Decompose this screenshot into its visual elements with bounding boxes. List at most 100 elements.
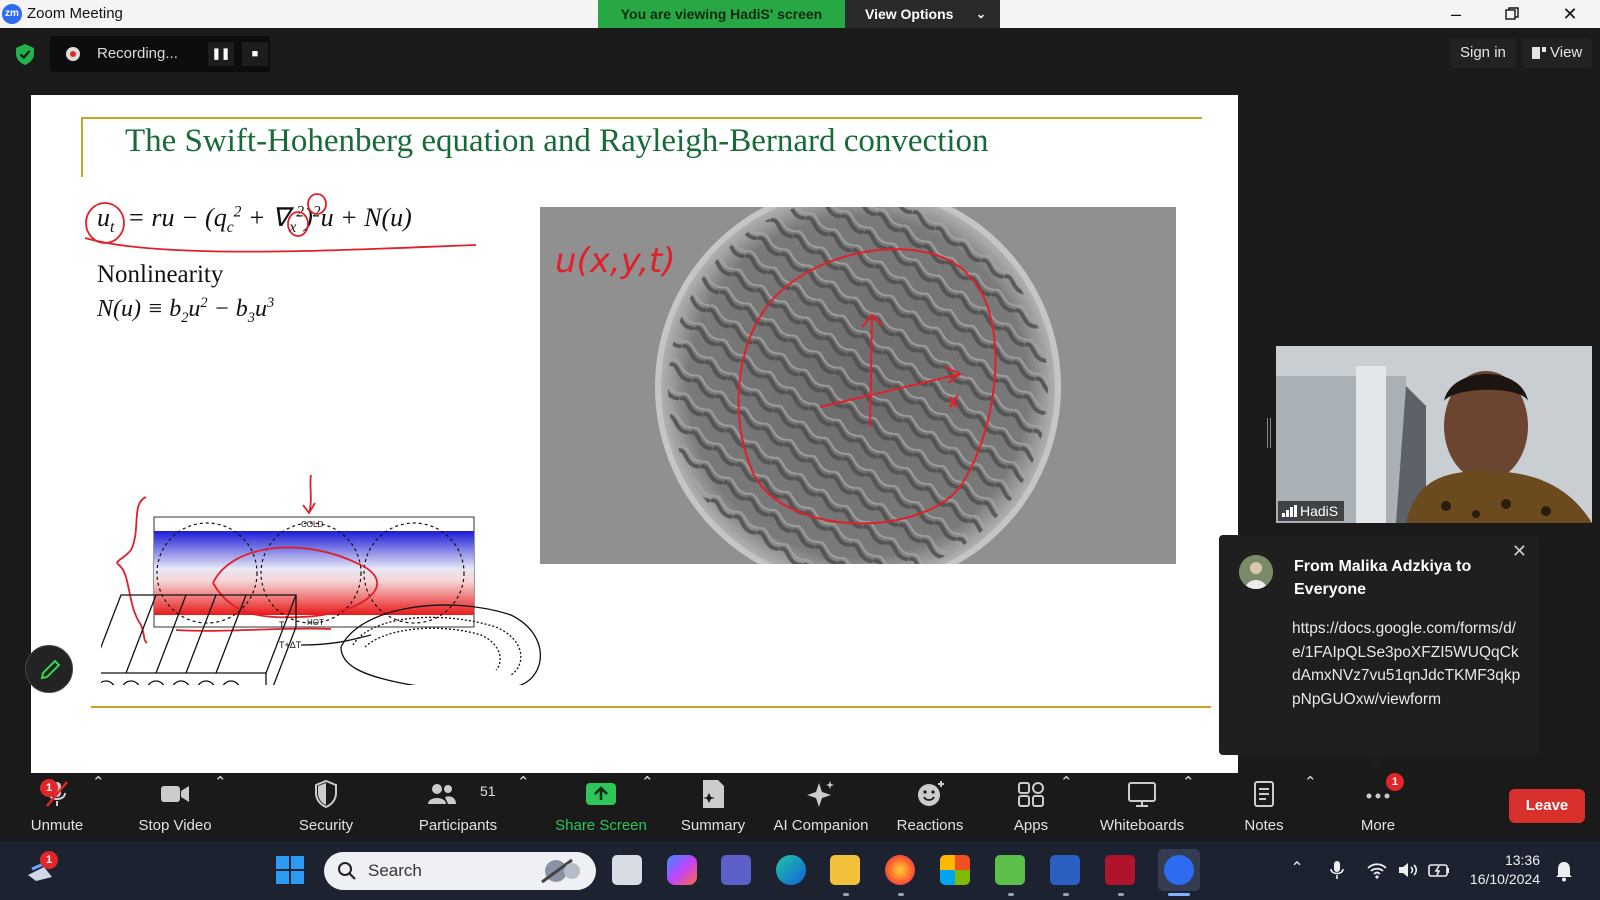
zoom-app-icon xyxy=(1164,855,1194,885)
pause-recording-button[interactable]: ❚❚ xyxy=(208,42,234,66)
meeting-toolbar: Unmute ⌃ Stop Video ⌃ Security 51 Partic… xyxy=(0,773,1600,841)
photo-annotation-label: u(x,y,t) xyxy=(555,241,676,281)
security-shield-icon xyxy=(315,779,337,809)
battery-icon[interactable] xyxy=(1427,858,1451,882)
notes-button[interactable]: Notes xyxy=(1232,773,1296,841)
summary-doc-icon xyxy=(703,780,724,808)
minimize-button[interactable]: – xyxy=(1428,0,1484,28)
notes-icon xyxy=(1254,781,1274,807)
security-button[interactable]: Security xyxy=(283,773,369,841)
title-bar: zm Zoom Meeting You are viewing HadiS' s… xyxy=(0,0,1600,28)
word-running-dot xyxy=(1063,893,1069,896)
microphone-icon[interactable] xyxy=(1325,858,1349,882)
participants-label: Participants xyxy=(418,817,498,834)
diagram-tdt-label: T+ΔT xyxy=(279,640,302,650)
summary-button[interactable]: Summary xyxy=(670,773,756,841)
window-title: Zoom Meeting xyxy=(27,5,123,22)
notes-options-caret[interactable]: ⌃ xyxy=(1304,773,1317,841)
annotate-button[interactable] xyxy=(25,645,73,693)
zoom-taskbar-button[interactable] xyxy=(1158,849,1200,891)
apps-options-caret[interactable]: ⌃ xyxy=(1060,773,1073,841)
photo-axis-x-label: x xyxy=(948,395,956,411)
clock-date: 16/10/2024 xyxy=(1469,871,1540,887)
sign-in-button[interactable]: Sign in xyxy=(1450,38,1516,68)
participant-video-tile[interactable]: HadiS xyxy=(1276,346,1592,523)
participants-options-caret[interactable]: ⌃ xyxy=(517,773,530,841)
taskbar-search[interactable]: Search xyxy=(324,852,596,890)
restore-button[interactable] xyxy=(1484,0,1540,28)
participant-name: HadiS xyxy=(1300,503,1339,519)
show-hidden-icons-caret[interactable]: ⌃ xyxy=(1285,858,1309,882)
video-resize-handle[interactable] xyxy=(1267,418,1271,448)
leave-button[interactable]: Leave xyxy=(1509,789,1585,823)
nonlinear-term-equation: N(u) ≡ b2u2 − b3u3 xyxy=(97,295,275,326)
smiley-icon xyxy=(918,781,944,806)
system-clock[interactable]: 13:36 16/10/2024 xyxy=(1450,851,1540,889)
microsoft-store-icon[interactable] xyxy=(940,855,970,885)
apps-grid-icon xyxy=(1018,782,1044,807)
more-label: More xyxy=(1360,817,1396,834)
mendeley-running-dot xyxy=(1118,893,1124,896)
windows-taskbar: 1 Search ⌃ 13:36 16/10/2024 xyxy=(0,841,1600,900)
reactions-label: Reactions xyxy=(896,817,964,834)
stop-recording-button[interactable]: ■ xyxy=(242,42,268,66)
video-camera-icon xyxy=(161,786,189,802)
unmute-label: Unmute xyxy=(30,817,84,834)
apps-button[interactable]: Apps xyxy=(1000,773,1062,841)
view-button[interactable]: View xyxy=(1522,38,1593,68)
sender-avatar xyxy=(1239,555,1273,589)
edge-icon[interactable] xyxy=(776,855,806,885)
shared-screen: The Swift-Hohenberg equation and Rayleig… xyxy=(31,95,1238,773)
zoom-logo-icon: zm xyxy=(2,4,22,24)
stop-video-button[interactable]: Stop Video xyxy=(125,773,225,841)
share-screen-button[interactable]: Share Screen xyxy=(551,773,651,841)
convection-diagram: COLD HOT T T+ΔT xyxy=(101,474,541,685)
convection-photo: u(x,y,t) x xyxy=(540,207,1176,564)
participants-button[interactable]: 51 Participants xyxy=(406,773,510,841)
audio-options-caret[interactable]: ⌃ xyxy=(92,773,105,841)
task-view-icon[interactable] xyxy=(612,855,642,885)
diagram-t-label: T xyxy=(279,620,285,630)
ai-companion-button[interactable]: AI Companion xyxy=(764,773,878,841)
notification-bell-icon[interactable] xyxy=(1554,860,1574,882)
recording-indicator: Recording... ❚❚ ■ xyxy=(50,36,270,72)
participants-icon xyxy=(428,784,457,804)
firefox-icon[interactable] xyxy=(885,855,915,885)
recording-label: Recording... xyxy=(97,45,178,62)
teams-icon[interactable] xyxy=(721,855,751,885)
chat-message-link[interactable]: https://docs.google.com/forms/d/e/1FAIpQ… xyxy=(1292,617,1527,711)
close-icon[interactable]: ✕ xyxy=(1512,541,1527,562)
nl-eq-text: N(u) ≡ b xyxy=(97,296,182,322)
diagram-cold-label: COLD xyxy=(301,520,323,529)
more-button[interactable]: 1 More xyxy=(1346,773,1410,841)
whiteboards-button[interactable]: Whiteboards xyxy=(1090,773,1194,841)
chat-notification[interactable]: From Malika Adzkiya to Everyone ✕ https:… xyxy=(1219,535,1539,765)
chart-app-icon[interactable] xyxy=(995,855,1025,885)
wifi-icon[interactable] xyxy=(1365,858,1389,882)
share-options-caret[interactable]: ⌃ xyxy=(641,773,654,841)
file-explorer-icon[interactable] xyxy=(830,855,860,885)
whiteboard-icon xyxy=(1128,782,1156,807)
word-icon[interactable] xyxy=(1050,855,1080,885)
equation-annotations xyxy=(84,193,477,253)
apps-label: Apps xyxy=(1013,817,1049,834)
ai-companion-label: AI Companion xyxy=(773,817,869,834)
mendeley-icon[interactable] xyxy=(1105,855,1135,885)
encryption-shield-icon[interactable] xyxy=(13,42,37,66)
reactions-button[interactable]: Reactions xyxy=(886,773,974,841)
meeting-top-bar: Recording... ❚❚ ■ Sign in View xyxy=(0,28,1600,80)
summary-label: Summary xyxy=(680,817,746,834)
whiteboards-options-caret[interactable]: ⌃ xyxy=(1182,773,1195,841)
copilot-icon[interactable] xyxy=(667,855,697,885)
windows-start-icon[interactable] xyxy=(275,855,305,885)
convection-photo-image: u(x,y,t) x xyxy=(540,207,1176,564)
view-layout-icon xyxy=(1532,47,1546,59)
participant-name-tag: HadiS xyxy=(1278,501,1345,521)
share-screen-label: Share Screen xyxy=(555,817,647,834)
participant-video-feed xyxy=(1276,346,1592,523)
volume-icon[interactable] xyxy=(1396,858,1420,882)
video-options-caret[interactable]: ⌃ xyxy=(214,773,227,841)
security-label: Security xyxy=(298,817,354,834)
view-options-button[interactable]: View Options ⌄ xyxy=(845,0,1000,28)
close-button[interactable]: ✕ xyxy=(1542,0,1598,28)
